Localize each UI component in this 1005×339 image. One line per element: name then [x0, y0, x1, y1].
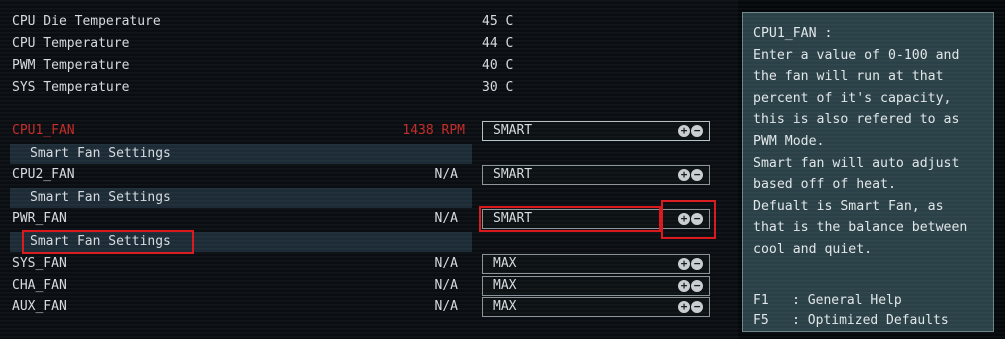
help-line: Defualt is Smart Fan, as: [753, 198, 944, 214]
stepper: + −: [677, 280, 703, 293]
temp-label: CPU Temperature: [12, 36, 130, 51]
smart-fan-settings-cpu1[interactable]: Smart Fan Settings: [10, 144, 472, 164]
help-line: Smart fan will auto adjust: [753, 155, 960, 171]
temp-label: PWM Temperature: [12, 58, 130, 73]
fan-mode-value: SMART: [493, 123, 533, 138]
highlight-box-pwr-stepper: [661, 200, 716, 239]
help-line: percent of it's capacity,: [753, 90, 952, 106]
fan-speed: N/A: [434, 256, 458, 271]
fan-speed: N/A: [434, 167, 458, 182]
fan-mode-select-sys[interactable]: MAX + −: [482, 254, 710, 274]
help-line: Enter a value of 0-100 and: [753, 47, 960, 63]
minus-icon[interactable]: −: [691, 301, 703, 313]
plus-icon[interactable]: +: [678, 169, 690, 181]
help-text: CPU1_FAN : Enter a value of 0-100 and th…: [753, 23, 989, 261]
temp-value: 44 C: [482, 36, 514, 51]
fan-speed: 1438 RPM: [402, 123, 465, 138]
temp-value: 40 C: [482, 58, 514, 73]
temp-label: CPU Die Temperature: [12, 14, 161, 29]
fan-mode-select-cpu2[interactable]: SMART + −: [482, 165, 710, 185]
highlight-box-smart-fan-settings: [22, 230, 194, 254]
hotkey-desc: : General Help: [792, 293, 902, 308]
help-line: this is also refered to as: [753, 112, 960, 128]
hotkey-key: F5: [753, 313, 769, 328]
stepper: + −: [677, 301, 703, 314]
fan-mode-select-aux[interactable]: MAX + −: [482, 297, 710, 317]
fan-mode-value: MAX: [493, 299, 517, 314]
settings-panel: CPU Die Temperature 45 C CPU Temperature…: [0, 0, 738, 339]
fan-label: PWR_FAN: [12, 211, 67, 226]
fan-label: AUX_FAN: [12, 299, 67, 314]
hotkey-f5[interactable]: F5 : Optimized Defaults: [753, 311, 949, 331]
help-line: CPU1_FAN :: [753, 26, 833, 41]
stepper: + −: [677, 258, 703, 271]
plus-icon[interactable]: +: [678, 301, 690, 313]
help-line: that is the balance between: [753, 220, 968, 236]
minus-icon[interactable]: −: [691, 169, 703, 181]
temp-value: 30 C: [482, 80, 514, 95]
hotkey-f1[interactable]: F1 : General Help: [753, 291, 949, 311]
fan-mode-select-cha[interactable]: MAX + −: [482, 276, 710, 296]
hotkey-desc: : Optimized Defaults: [792, 313, 949, 328]
help-panel: CPU1_FAN : Enter a value of 0-100 and th…: [742, 12, 994, 332]
fan-mode-value: SMART: [493, 167, 533, 182]
help-line: PWM Mode.: [753, 133, 825, 149]
stepper: + −: [677, 125, 703, 138]
plus-icon[interactable]: +: [678, 258, 690, 270]
minus-icon[interactable]: −: [691, 125, 703, 137]
stepper: + −: [677, 169, 703, 182]
fan-speed: N/A: [434, 299, 458, 314]
fan-label: CPU1_FAN: [12, 123, 75, 138]
minus-icon[interactable]: −: [691, 258, 703, 270]
minus-icon[interactable]: −: [691, 280, 703, 292]
submenu-label: Smart Fan Settings: [30, 146, 171, 161]
fan-speed: N/A: [434, 278, 458, 293]
highlight-box-pwr-mode: [479, 206, 661, 232]
temp-label: SYS Temperature: [12, 80, 130, 95]
temp-value: 45 C: [482, 14, 514, 29]
plus-icon[interactable]: +: [678, 125, 690, 137]
help-line: cool and quiet.: [753, 241, 873, 257]
fan-mode-select-cpu1[interactable]: SMART + −: [482, 121, 710, 141]
fan-label: SYS_FAN: [12, 256, 67, 271]
fan-mode-value: MAX: [493, 256, 517, 271]
fan-label: CHA_FAN: [12, 278, 67, 293]
help-line: the fan will run at that: [753, 69, 944, 85]
help-line: based off of heat.: [753, 177, 896, 193]
smart-fan-settings-cpu2[interactable]: Smart Fan Settings: [10, 188, 472, 208]
fan-mode-value: MAX: [493, 278, 517, 293]
hotkey-key: F1: [753, 293, 769, 308]
submenu-label: Smart Fan Settings: [30, 190, 171, 205]
hotkey-legend: F1 : General Help F5 : Optimized Default…: [753, 291, 949, 331]
plus-icon[interactable]: +: [678, 280, 690, 292]
fan-label: CPU2_FAN: [12, 167, 75, 182]
fan-speed: N/A: [434, 211, 458, 226]
